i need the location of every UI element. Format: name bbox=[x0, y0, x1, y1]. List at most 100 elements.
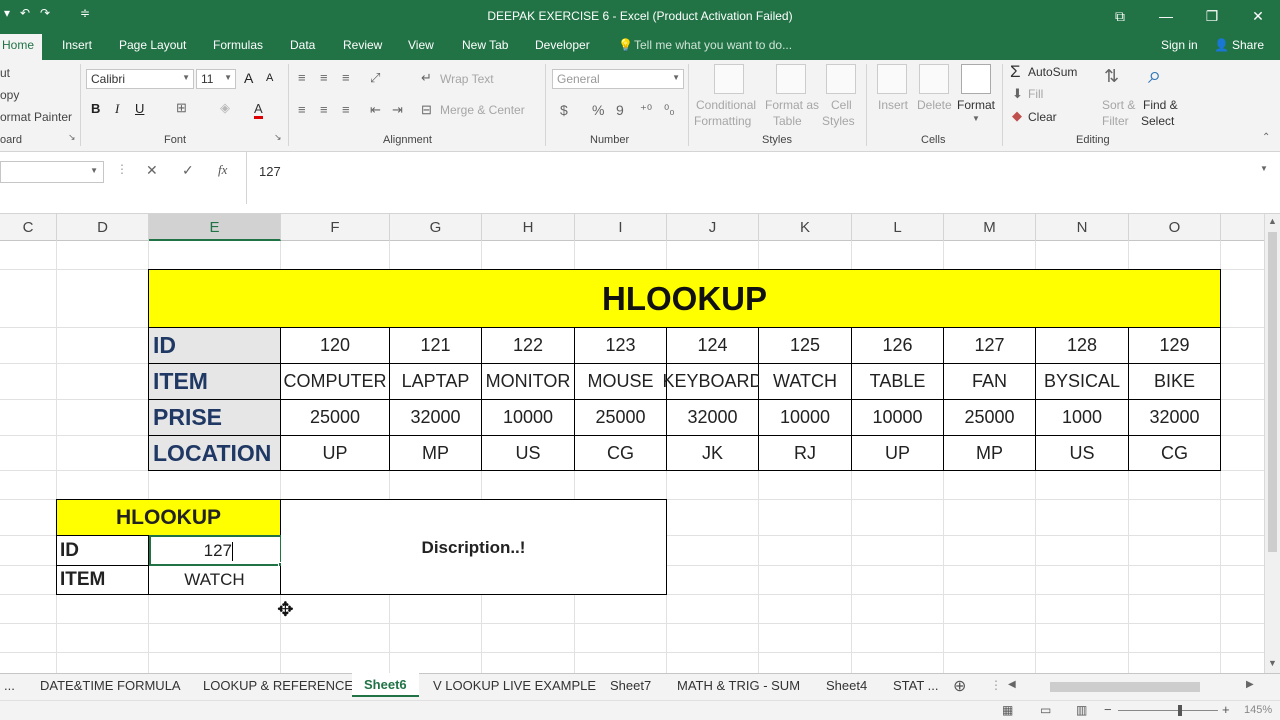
borders-icon[interactable]: ⊞ bbox=[176, 100, 187, 116]
cancel-entry-button[interactable]: ✕ bbox=[146, 162, 158, 179]
table-cell[interactable]: 25000 bbox=[281, 400, 390, 436]
sheet-tab-more[interactable]: ... bbox=[4, 678, 15, 693]
enter-button[interactable]: ✓ bbox=[182, 162, 194, 179]
row-header-location[interactable]: LOCATION bbox=[148, 436, 281, 471]
grow-font-button[interactable]: A bbox=[244, 70, 253, 86]
format-cells-button[interactable]: Format bbox=[957, 98, 995, 112]
format-as-table-label-1[interactable]: Format as bbox=[765, 98, 819, 112]
decrease-indent-icon[interactable]: ⇤ bbox=[370, 102, 381, 118]
align-center-icon[interactable]: ≡ bbox=[320, 102, 328, 117]
cell-styles-label-2[interactable]: Styles bbox=[822, 114, 855, 128]
table-cell[interactable]: KEYBOARD bbox=[662, 364, 763, 400]
table-cell[interactable]: CG bbox=[575, 436, 667, 471]
cut-button[interactable]: ut bbox=[0, 66, 10, 80]
table-cell[interactable]: US bbox=[482, 436, 575, 471]
sheet-tab-lookup-reference[interactable]: LOOKUP & REFERENCE bbox=[203, 678, 353, 693]
copy-button[interactable]: opy bbox=[0, 88, 19, 102]
conditional-formatting-label-2[interactable]: Formatting bbox=[694, 114, 751, 128]
tab-review[interactable]: Review bbox=[343, 38, 382, 52]
lookup-id-input[interactable]: 127 bbox=[149, 535, 284, 568]
formula-input[interactable]: 127 bbox=[246, 152, 1264, 204]
zoom-level[interactable]: 145% bbox=[1244, 704, 1272, 716]
insert-cells-button[interactable]: Insert bbox=[878, 98, 908, 112]
format-painter-button[interactable]: ormat Painter bbox=[0, 110, 72, 124]
lookup-id-label[interactable]: ID bbox=[56, 536, 149, 566]
column-header-g[interactable]: G bbox=[390, 214, 482, 241]
zoom-slider[interactable] bbox=[1118, 710, 1218, 711]
orientation-icon[interactable]: ⤢ bbox=[370, 70, 380, 86]
column-header-e[interactable]: E bbox=[149, 214, 281, 241]
page-break-view-icon[interactable]: ▥ bbox=[1076, 703, 1087, 717]
sheet-tab-v-lookup-live-example[interactable]: V LOOKUP LIVE EXAMPLE bbox=[433, 678, 596, 693]
table-cell[interactable]: MOUSE bbox=[575, 364, 667, 400]
collapse-ribbon-icon[interactable]: ⌃ bbox=[1262, 132, 1270, 143]
scroll-left-icon[interactable]: ◀ bbox=[1008, 679, 1016, 690]
column-header-k[interactable]: K bbox=[759, 214, 852, 241]
table-cell[interactable]: BYSICAL bbox=[1036, 364, 1129, 400]
clear-button[interactable]: Clear bbox=[1028, 110, 1057, 124]
table-cell[interactable]: MP bbox=[390, 436, 482, 471]
worksheet-grid[interactable]: HLOOKUP ID 120 121 122 123 124 125 126 1… bbox=[0, 241, 1264, 673]
shrink-font-button[interactable]: A bbox=[266, 72, 273, 84]
autosum-button[interactable]: AutoSum bbox=[1028, 65, 1077, 79]
sheet-tab-sheet6[interactable]: Sheet6 bbox=[352, 673, 419, 697]
table-cell[interactable]: 126 bbox=[852, 328, 944, 364]
column-header-c[interactable]: C bbox=[0, 214, 57, 241]
font-size-select[interactable]: 11 ▼ bbox=[196, 69, 236, 89]
table-cell[interactable]: COMPUTER bbox=[281, 364, 390, 400]
table-cell[interactable]: 32000 bbox=[667, 400, 759, 436]
sheet-tab-sheet4[interactable]: Sheet4 bbox=[826, 678, 867, 693]
table-cell[interactable]: 121 bbox=[390, 328, 482, 364]
tab-developer[interactable]: Developer bbox=[535, 38, 590, 52]
table-cell[interactable]: CG bbox=[1129, 436, 1221, 471]
table-title[interactable]: HLOOKUP bbox=[148, 269, 1221, 328]
table-cell[interactable]: RJ bbox=[759, 436, 852, 471]
table-cell[interactable]: JK bbox=[667, 436, 759, 471]
table-cell[interactable]: 123 bbox=[575, 328, 667, 364]
row-header-item[interactable]: ITEM bbox=[148, 364, 281, 400]
minimize-button[interactable]: — bbox=[1146, 4, 1186, 28]
font-launcher-icon[interactable]: ↘ bbox=[274, 132, 282, 143]
table-cell[interactable]: UP bbox=[281, 436, 390, 471]
table-cell[interactable]: 127 bbox=[944, 328, 1036, 364]
decrease-decimal-icon[interactable]: ⁰₀ bbox=[664, 102, 675, 118]
table-cell[interactable]: 125 bbox=[759, 328, 852, 364]
comma-button[interactable]: 9 bbox=[616, 102, 624, 118]
fill-button[interactable]: Fill bbox=[1028, 87, 1043, 101]
row-header-id[interactable]: ID bbox=[148, 328, 281, 364]
description-box[interactable]: Discription..! bbox=[281, 499, 667, 595]
table-cell[interactable]: TABLE bbox=[852, 364, 944, 400]
tab-new-tab[interactable]: New Tab bbox=[462, 38, 508, 52]
table-cell[interactable]: BIKE bbox=[1129, 364, 1221, 400]
close-button[interactable]: ✕ bbox=[1238, 4, 1278, 28]
table-cell[interactable]: 1000 bbox=[1036, 400, 1129, 436]
sheet-tab-sheet7[interactable]: Sheet7 bbox=[610, 678, 651, 693]
sheet-tab-date-time-formula[interactable]: DATE&TIME FORMULA bbox=[40, 678, 181, 693]
conditional-formatting-label-1[interactable]: Conditional bbox=[696, 98, 756, 112]
table-cell[interactable]: 10000 bbox=[852, 400, 944, 436]
table-cell[interactable]: 32000 bbox=[1129, 400, 1221, 436]
row-header-prise[interactable]: PRISE bbox=[148, 400, 281, 436]
tab-insert[interactable]: Insert bbox=[62, 38, 92, 52]
align-middle-icon[interactable]: ≡ bbox=[320, 70, 328, 85]
column-header-j[interactable]: J bbox=[667, 214, 759, 241]
tab-home[interactable]: Home bbox=[0, 34, 43, 60]
scroll-down-icon[interactable]: ▼ bbox=[1268, 658, 1277, 668]
column-header-o[interactable]: O bbox=[1129, 214, 1221, 241]
zoom-in-icon[interactable]: + bbox=[1222, 702, 1230, 717]
bold-button[interactable]: B bbox=[91, 101, 100, 116]
restore-button[interactable]: ❐ bbox=[1192, 4, 1232, 28]
tab-data[interactable]: Data bbox=[290, 38, 315, 52]
find-select-label-2[interactable]: Select bbox=[1141, 114, 1174, 128]
table-cell[interactable]: 124 bbox=[667, 328, 759, 364]
wrap-text-button[interactable]: Wrap Text bbox=[440, 72, 494, 86]
new-sheet-button[interactable]: ⊕ bbox=[953, 676, 966, 696]
table-cell[interactable]: MP bbox=[944, 436, 1036, 471]
sign-in-link[interactable]: Sign in bbox=[1161, 38, 1198, 52]
table-cell[interactable]: UP bbox=[852, 436, 944, 471]
italic-button[interactable]: I bbox=[115, 101, 119, 117]
table-cell[interactable]: 10000 bbox=[482, 400, 575, 436]
column-header-h[interactable]: H bbox=[482, 214, 575, 241]
share-button[interactable]: Share bbox=[1232, 38, 1264, 52]
scroll-right-icon[interactable]: ▶ bbox=[1246, 679, 1254, 690]
